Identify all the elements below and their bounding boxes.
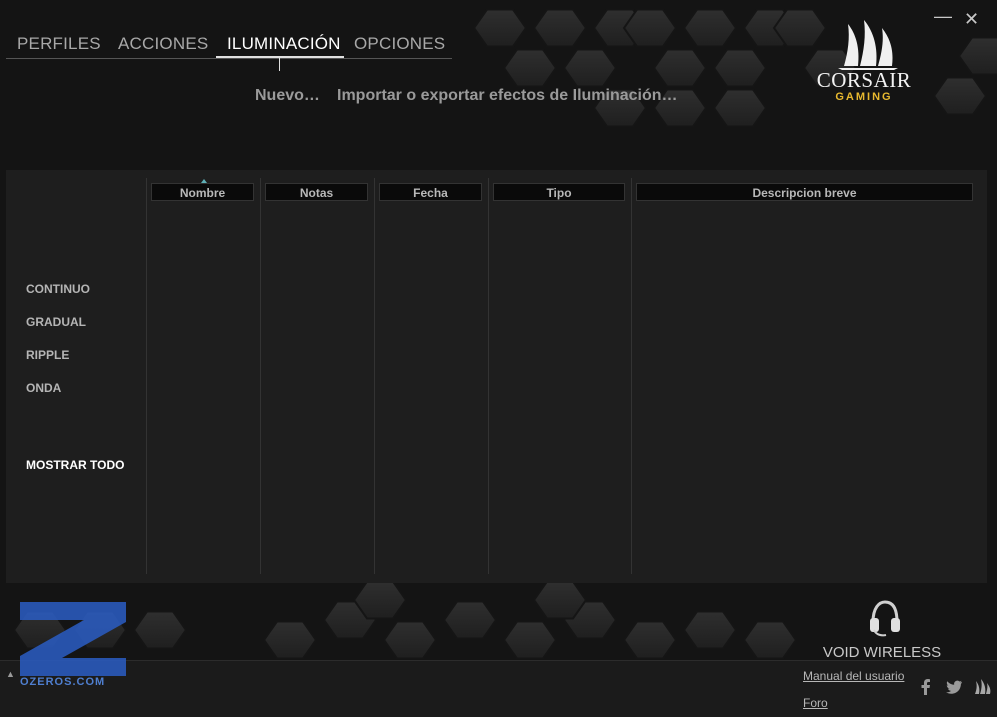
background-hexagon [742, 620, 798, 660]
column-separator [260, 178, 261, 574]
background-hexagon [262, 620, 318, 660]
ozeros-z-logo-icon [20, 602, 126, 676]
corsair-sails-logo-icon [838, 20, 898, 70]
background-hexagon [712, 88, 768, 128]
lighting-effects-panel: CONTINUO GRADUAL RIPPLE ONDA MOSTRAR TOD… [6, 170, 987, 583]
category-onda[interactable]: ONDA [26, 381, 61, 395]
background-hexagon [712, 48, 768, 88]
background-hexagon [532, 8, 588, 48]
tab-perfiles[interactable]: PERFILES [17, 34, 101, 54]
column-header-nombre[interactable]: Nombre [151, 183, 254, 201]
background-hexagon [652, 48, 708, 88]
background-hexagon [442, 600, 498, 640]
twitter-icon[interactable] [945, 678, 963, 696]
column-header-tipo[interactable]: Tipo [493, 183, 625, 201]
minimize-button[interactable]: — [934, 6, 952, 27]
category-continuo[interactable]: CONTINUO [26, 282, 90, 296]
column-separator [374, 178, 375, 574]
ozeros-watermark: OZEROS.COM [18, 600, 130, 692]
facebook-icon[interactable] [917, 678, 935, 696]
column-header-fecha[interactable]: Fecha [379, 183, 482, 201]
column-header-notas[interactable]: Notas [265, 183, 368, 201]
active-tab-pointer [279, 57, 280, 71]
show-all-button[interactable]: MOSTRAR TODO [26, 458, 124, 472]
active-tab-underline [216, 56, 344, 58]
corsair-logo: CORSAIR GAMING [808, 16, 920, 106]
corsair-sails-icon[interactable] [973, 678, 991, 696]
background-hexagon [957, 36, 997, 76]
background-hexagon [622, 620, 678, 660]
forum-link[interactable]: Foro [803, 696, 828, 710]
background-hexagon [682, 8, 738, 48]
new-effect-link[interactable]: Nuevo… [255, 87, 320, 105]
tab-acciones[interactable]: ACCIONES [118, 34, 208, 54]
main-tabs: PERFILES ACCIONES ILUMINACIÓN OPCIONES [6, 30, 452, 71]
logo-subtitle: GAMING [835, 91, 893, 103]
background-hexagon [682, 610, 738, 650]
watermark-text: OZEROS.COM [20, 676, 106, 688]
category-gradual[interactable]: GRADUAL [26, 315, 86, 329]
tab-iluminacion[interactable]: ILUMINACIÓN [227, 34, 341, 54]
background-hexagon [932, 76, 988, 116]
column-separator [488, 178, 489, 574]
close-button[interactable]: ✕ [964, 9, 979, 30]
background-hexagon [382, 620, 438, 660]
tab-opciones[interactable]: OPCIONES [354, 34, 445, 54]
background-hexagon [562, 48, 618, 88]
background-hexagon [502, 620, 558, 660]
column-header-descripcion[interactable]: Descripcion breve [636, 183, 973, 201]
background-hexagon [472, 8, 528, 48]
background-hexagon [502, 48, 558, 88]
import-export-link[interactable]: Importar o exportar efectos de Iluminaci… [337, 87, 678, 105]
category-ripple[interactable]: RIPPLE [26, 348, 69, 362]
column-separator [631, 178, 632, 574]
device-name: VOID WIRELESS [822, 644, 942, 661]
user-manual-link[interactable]: Manual del usuario [803, 669, 904, 683]
logo-wordmark: CORSAIR [816, 68, 912, 92]
column-separator [146, 178, 147, 574]
headset-icon[interactable] [866, 598, 904, 638]
background-hexagon [132, 610, 188, 650]
expand-arrow-icon[interactable]: ▲ [6, 669, 15, 679]
